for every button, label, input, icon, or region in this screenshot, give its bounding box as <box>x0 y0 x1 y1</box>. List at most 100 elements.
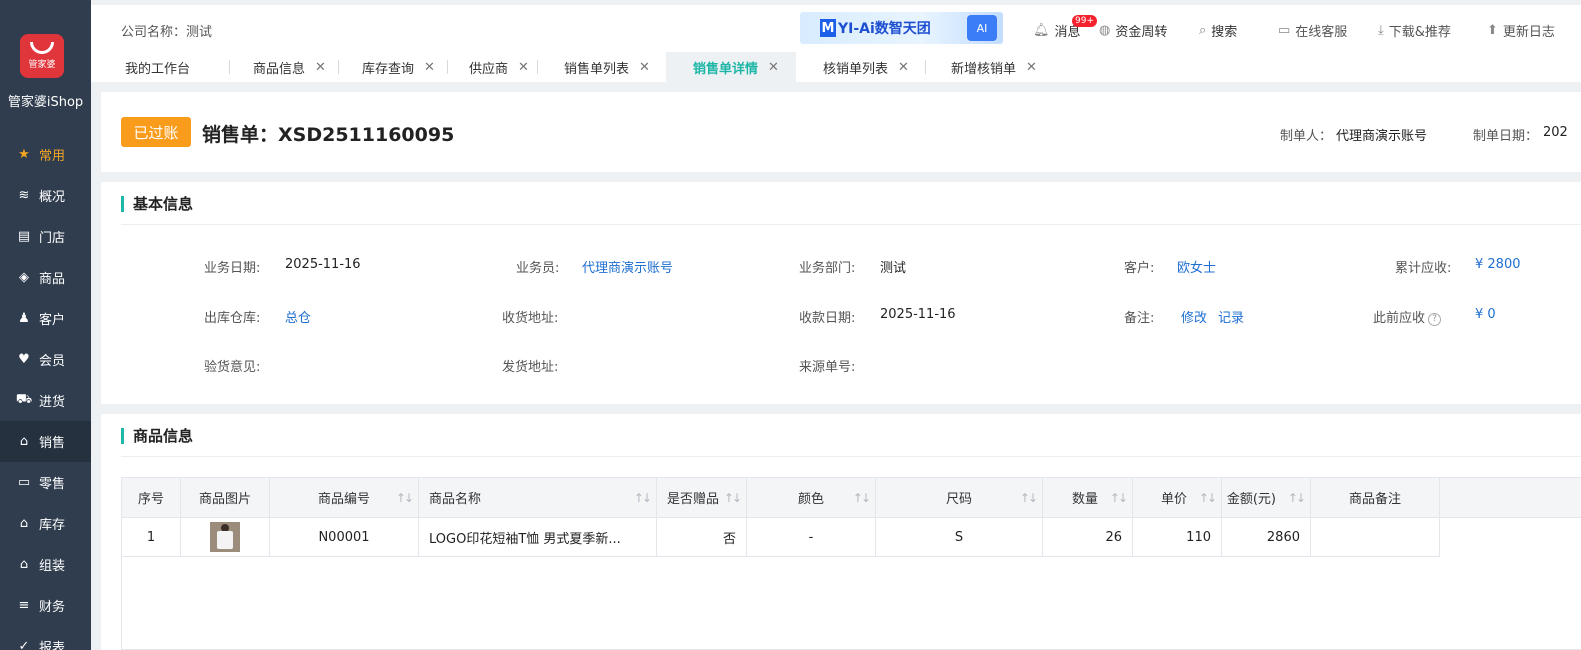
sidebar-item-assembly[interactable]: ⌂ 组装 <box>0 544 91 585</box>
sort-icon[interactable]: ↑↓ <box>1020 491 1038 505</box>
sort-icon[interactable]: ↑↓ <box>1110 491 1128 505</box>
tab-bar: 我的工作台 商品信息 ✕ 库存查询 ✕ 供应商 ✕ 销售单列表 ✕ 销售单详情 ✕ 核销单… <box>91 52 1581 82</box>
close-icon[interactable]: ✕ <box>518 60 529 75</box>
star-icon: ★ <box>18 147 30 162</box>
sort-icon[interactable]: ↑↓ <box>853 491 871 505</box>
sidebar-item-overview[interactable]: ≋ 概况 <box>0 175 91 216</box>
tab-stock-query[interactable]: 库存查询 ✕ <box>362 52 435 82</box>
sidebar-item-purchase[interactable]: ⛟ 进货 <box>0 380 91 421</box>
report-icon: ✓ <box>18 639 30 650</box>
biz-date-label: 业务日期: <box>204 261 261 276</box>
sort-icon[interactable]: ↑↓ <box>1288 491 1306 505</box>
section-title-basic: 基本信息 <box>121 196 193 212</box>
tab-sales-detail[interactable]: 销售单详情 ✕ <box>666 52 796 82</box>
money-bag-icon: ◍ <box>1099 23 1111 38</box>
download-icon: ⤓ <box>1378 23 1384 38</box>
col-header-code[interactable]: 商品编号 ↑↓ <box>270 478 419 518</box>
tab-writeoff-list[interactable]: 核销单列表 ✕ <box>823 52 909 82</box>
close-icon[interactable]: ✕ <box>1026 60 1037 75</box>
sidebar-item-retail[interactable]: ▭ 零售 <box>0 462 91 503</box>
source-no-label: 来源单号: <box>799 360 856 375</box>
sidebar-item-sales[interactable]: ⌂ 销售 <box>0 421 91 462</box>
salesman-label: 业务员: <box>516 261 560 276</box>
changelog-button[interactable]: ⬆ 更新日志 <box>1487 21 1555 40</box>
remark-edit-link[interactable]: 修改 <box>1181 307 1207 326</box>
receivable-label: 累计应收: <box>1395 261 1452 276</box>
sidebar: 管家婆 管家婆iShop ★ 常用 ≋ 概况 ▤ 门店 ◈ 商品 ♟ 客户 ♥ 会员 ⛟ 进货… <box>0 0 91 650</box>
close-icon[interactable]: ✕ <box>898 60 909 75</box>
tab-new-writeoff[interactable]: 新增核销单 ✕ <box>951 52 1037 82</box>
col-header-amount[interactable]: 金额(元) ↑↓ <box>1222 478 1311 518</box>
close-icon[interactable]: ✕ <box>424 60 435 75</box>
cart-icon: ⛟ <box>15 392 33 407</box>
col-header-gift[interactable]: 是否赠品 ↑↓ <box>657 478 747 518</box>
cell-amount: 2860 <box>1222 518 1311 557</box>
sort-icon[interactable]: ↑↓ <box>634 491 652 505</box>
online-service-button[interactable]: ▭ 在线客服 <box>1278 21 1347 40</box>
col-header-color[interactable]: 颜色 ↑↓ <box>747 478 876 518</box>
remark-label: 备注: <box>1124 311 1155 326</box>
download-button[interactable]: ⤓ 下载&推荐 <box>1378 21 1451 40</box>
section-divider <box>121 456 1581 457</box>
tab-sales-list[interactable]: 销售单列表 ✕ <box>564 52 650 82</box>
tab-workbench[interactable]: 我的工作台 <box>125 52 190 82</box>
receivable-value[interactable]: ¥ 2800 <box>1475 257 1521 272</box>
brand-name: 管家婆iShop <box>7 95 84 110</box>
biz-date-value: 2025-11-16 <box>285 257 361 272</box>
cell-remark <box>1311 518 1440 557</box>
cell-code-link[interactable]: N00001 <box>270 518 419 557</box>
sidebar-item-members[interactable]: ♥ 会员 <box>0 339 91 380</box>
receive-address-label: 收货地址: <box>502 311 559 326</box>
collect-date-value: 2025-11-16 <box>880 307 956 322</box>
warehouse-icon: ⌂ <box>19 516 29 531</box>
cell-qty: 26 <box>1043 518 1133 557</box>
salesman-link[interactable]: 代理商演示账号 <box>582 257 673 276</box>
top-header: 公司名称：测试 M YI-Ai数智天团 AI 🔔︎ 消息 99+ ◍ 资金周转 ⌕ 搜… <box>91 0 1581 52</box>
promo-text: YI-Ai数智天团 <box>838 21 931 37</box>
customer-link[interactable]: 欧女士 <box>1177 257 1216 276</box>
col-header-price[interactable]: 单价 ↑↓ <box>1133 478 1222 518</box>
prev-receivable-value[interactable]: ¥ 0 <box>1475 307 1496 322</box>
tab-divider <box>229 60 230 74</box>
sidebar-item-finance[interactable]: ≡ 财务 <box>0 585 91 626</box>
col-header-qty[interactable]: 数量 ↑↓ <box>1043 478 1133 518</box>
tab-supplier[interactable]: 供应商 ✕ <box>469 52 529 82</box>
cell-name-link[interactable]: LOGO印花短袖T恤 男式夏季新... <box>419 518 657 557</box>
funds-button[interactable]: ◍ 资金周转 <box>1099 21 1167 40</box>
sidebar-item-inventory[interactable]: ⌂ 库存 <box>0 503 91 544</box>
sidebar-item-customers[interactable]: ♟ 客户 <box>0 298 91 339</box>
logo-text: 管家婆 <box>28 60 56 70</box>
chat-icon: ▭ <box>1278 23 1291 38</box>
maker-label: 制单人： <box>1280 129 1333 144</box>
search-button[interactable]: ⌕ 搜索 <box>1199 21 1237 40</box>
app-logo[interactable]: 管家婆 <box>20 34 64 78</box>
sort-icon[interactable]: ↑↓ <box>396 491 414 505</box>
coins-icon: ≡ <box>18 598 30 613</box>
col-header-size[interactable]: 尺码 ↑↓ <box>876 478 1043 518</box>
product-thumbnail[interactable] <box>210 522 240 552</box>
cell-image[interactable] <box>181 518 270 557</box>
sort-icon[interactable]: ↑↓ <box>724 491 742 505</box>
sidebar-item-reports[interactable]: ✓ 报表 <box>0 626 91 650</box>
close-icon[interactable]: ✕ <box>315 60 326 75</box>
col-header-blank <box>1440 478 1581 518</box>
close-icon[interactable]: ✕ <box>639 60 650 75</box>
sidebar-item-stores[interactable]: ▤ 门店 <box>0 216 91 257</box>
cell-no: 1 <box>122 518 181 557</box>
company-name: 公司名称：测试 <box>121 25 213 40</box>
sidebar-item-favorites[interactable]: ★ 常用 <box>0 134 91 175</box>
sort-icon[interactable]: ↑↓ <box>1199 491 1217 505</box>
section-title-goods: 商品信息 <box>121 428 193 444</box>
promo-mark: M <box>820 19 836 37</box>
sidebar-item-goods[interactable]: ◈ 商品 <box>0 257 91 298</box>
col-header-image: 商品图片 <box>181 478 270 518</box>
remark-log-link[interactable]: 记录 <box>1218 307 1244 326</box>
close-icon[interactable]: ✕ <box>768 60 779 75</box>
col-header-name[interactable]: 商品名称 ↑↓ <box>419 478 657 518</box>
cell-gift: 否 <box>657 518 747 557</box>
tab-goods-info[interactable]: 商品信息 ✕ <box>253 52 326 82</box>
basic-info-card: 基本信息 业务日期: 2025-11-16 业务员: 代理商演示账号 业务部门:… <box>101 182 1581 404</box>
warehouse-link[interactable]: 总仓 <box>285 307 311 326</box>
help-icon[interactable]: ? <box>1428 312 1442 326</box>
ai-promo-banner[interactable]: M YI-Ai数智天团 AI <box>800 12 1003 44</box>
